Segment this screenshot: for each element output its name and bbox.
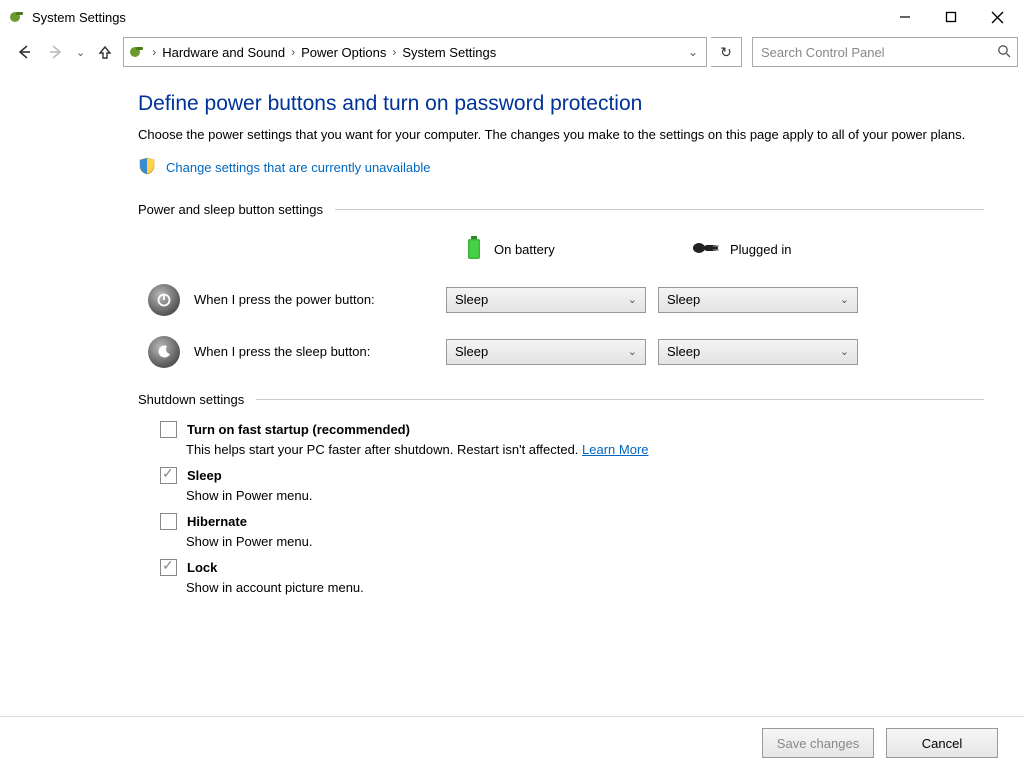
learn-more-link[interactable]: Learn More: [582, 442, 648, 457]
breadcrumb-item[interactable]: Hardware and Sound: [162, 45, 285, 60]
select-value: Sleep: [667, 344, 700, 359]
recent-locations-dropdown-icon[interactable]: ⌄: [76, 46, 85, 59]
row-label: When I press the power button:: [194, 292, 375, 307]
plug-icon: [692, 239, 720, 260]
up-button[interactable]: [91, 38, 119, 66]
main-content: Define power buttons and turn on passwor…: [0, 70, 1024, 717]
checkbox-hibernate[interactable]: [160, 513, 177, 530]
select-power-button-plugged[interactable]: Sleep ⌄: [658, 287, 858, 313]
checkbox-description: Show in Power menu.: [186, 488, 984, 503]
chevron-right-icon: ›: [291, 45, 295, 59]
battery-icon: [464, 235, 484, 264]
button-label: Cancel: [922, 736, 962, 751]
checkbox-description: Show in account picture menu.: [186, 580, 984, 595]
select-value: Sleep: [455, 344, 488, 359]
section-title: Power and sleep button settings: [138, 202, 323, 217]
navbar: ⌄ › Hardware and Sound › Power Options ›…: [0, 34, 1024, 70]
power-button-icon: [148, 284, 180, 316]
checkbox-lock[interactable]: [160, 559, 177, 576]
column-headers: On battery Plugged in: [138, 235, 984, 264]
select-value: Sleep: [455, 292, 488, 307]
select-sleep-button-battery[interactable]: Sleep ⌄: [446, 339, 646, 365]
checkbox-fast-startup[interactable]: [160, 421, 177, 438]
checkbox-label: Sleep: [187, 468, 222, 483]
checkbox-description: This helps start your PC faster after sh…: [186, 442, 984, 457]
shutdown-item-hibernate: Hibernate Show in Power menu.: [160, 513, 984, 549]
window-title: System Settings: [32, 10, 126, 25]
section-header-shutdown: Shutdown settings: [138, 392, 984, 407]
chevron-right-icon: ›: [392, 45, 396, 59]
minimize-button[interactable]: [882, 0, 928, 34]
search-input[interactable]: [759, 44, 997, 61]
address-bar[interactable]: › Hardware and Sound › Power Options › S…: [123, 37, 707, 67]
titlebar: System Settings: [0, 0, 1024, 34]
select-sleep-button-plugged[interactable]: Sleep ⌄: [658, 339, 858, 365]
column-label: Plugged in: [730, 242, 791, 257]
search-icon[interactable]: [997, 44, 1011, 61]
page-title: Define power buttons and turn on passwor…: [138, 92, 984, 116]
back-button[interactable]: [10, 38, 38, 66]
column-on-battery: On battery: [446, 235, 674, 264]
footer: Save changes Cancel: [0, 716, 1024, 769]
maximize-button[interactable]: [928, 0, 974, 34]
description-text: This helps start your PC faster after sh…: [186, 442, 582, 457]
forward-button[interactable]: [42, 38, 70, 66]
sleep-button-icon: [148, 336, 180, 368]
shield-icon: [138, 157, 156, 178]
checkbox-label: Hibernate: [187, 514, 247, 529]
shutdown-item-fast-startup: Turn on fast startup (recommended) This …: [160, 421, 984, 457]
breadcrumb-item[interactable]: Power Options: [301, 45, 386, 60]
shutdown-settings-list: Turn on fast startup (recommended) This …: [138, 421, 984, 595]
chevron-down-icon: ⌄: [840, 293, 849, 306]
chevron-down-icon: ⌄: [628, 345, 637, 358]
checkbox-description: Show in Power menu.: [186, 534, 984, 549]
select-power-button-battery[interactable]: Sleep ⌄: [446, 287, 646, 313]
address-dropdown-icon[interactable]: ⌄: [684, 45, 702, 59]
breadcrumb-item[interactable]: System Settings: [402, 45, 496, 60]
app-icon: [8, 8, 26, 26]
section-header-power-sleep: Power and sleep button settings: [138, 202, 984, 217]
refresh-button[interactable]: ↻: [711, 37, 742, 67]
change-unavailable-settings-link[interactable]: Change settings that are currently unava…: [166, 160, 431, 175]
chevron-down-icon: ⌄: [840, 345, 849, 358]
close-button[interactable]: [974, 0, 1020, 34]
shutdown-item-lock: Lock Show in account picture menu.: [160, 559, 984, 595]
column-plugged-in: Plugged in: [674, 239, 902, 260]
address-app-icon: [128, 43, 146, 61]
page-description: Choose the power settings that you want …: [138, 126, 968, 145]
save-changes-button[interactable]: Save changes: [762, 728, 874, 758]
shutdown-item-sleep: Sleep Show in Power menu.: [160, 467, 984, 503]
row-sleep-button: When I press the sleep button: Sleep ⌄ S…: [138, 336, 984, 368]
button-label: Save changes: [777, 736, 859, 751]
section-title: Shutdown settings: [138, 392, 244, 407]
checkbox-label: Lock: [187, 560, 217, 575]
row-power-button: When I press the power button: Sleep ⌄ S…: [138, 284, 984, 316]
checkbox-label: Turn on fast startup (recommended): [187, 422, 410, 437]
cancel-button[interactable]: Cancel: [886, 728, 998, 758]
row-label: When I press the sleep button:: [194, 344, 370, 359]
chevron-down-icon: ⌄: [628, 293, 637, 306]
checkbox-sleep[interactable]: [160, 467, 177, 484]
chevron-right-icon: ›: [152, 45, 156, 59]
select-value: Sleep: [667, 292, 700, 307]
column-label: On battery: [494, 242, 555, 257]
search-box[interactable]: [752, 37, 1018, 67]
